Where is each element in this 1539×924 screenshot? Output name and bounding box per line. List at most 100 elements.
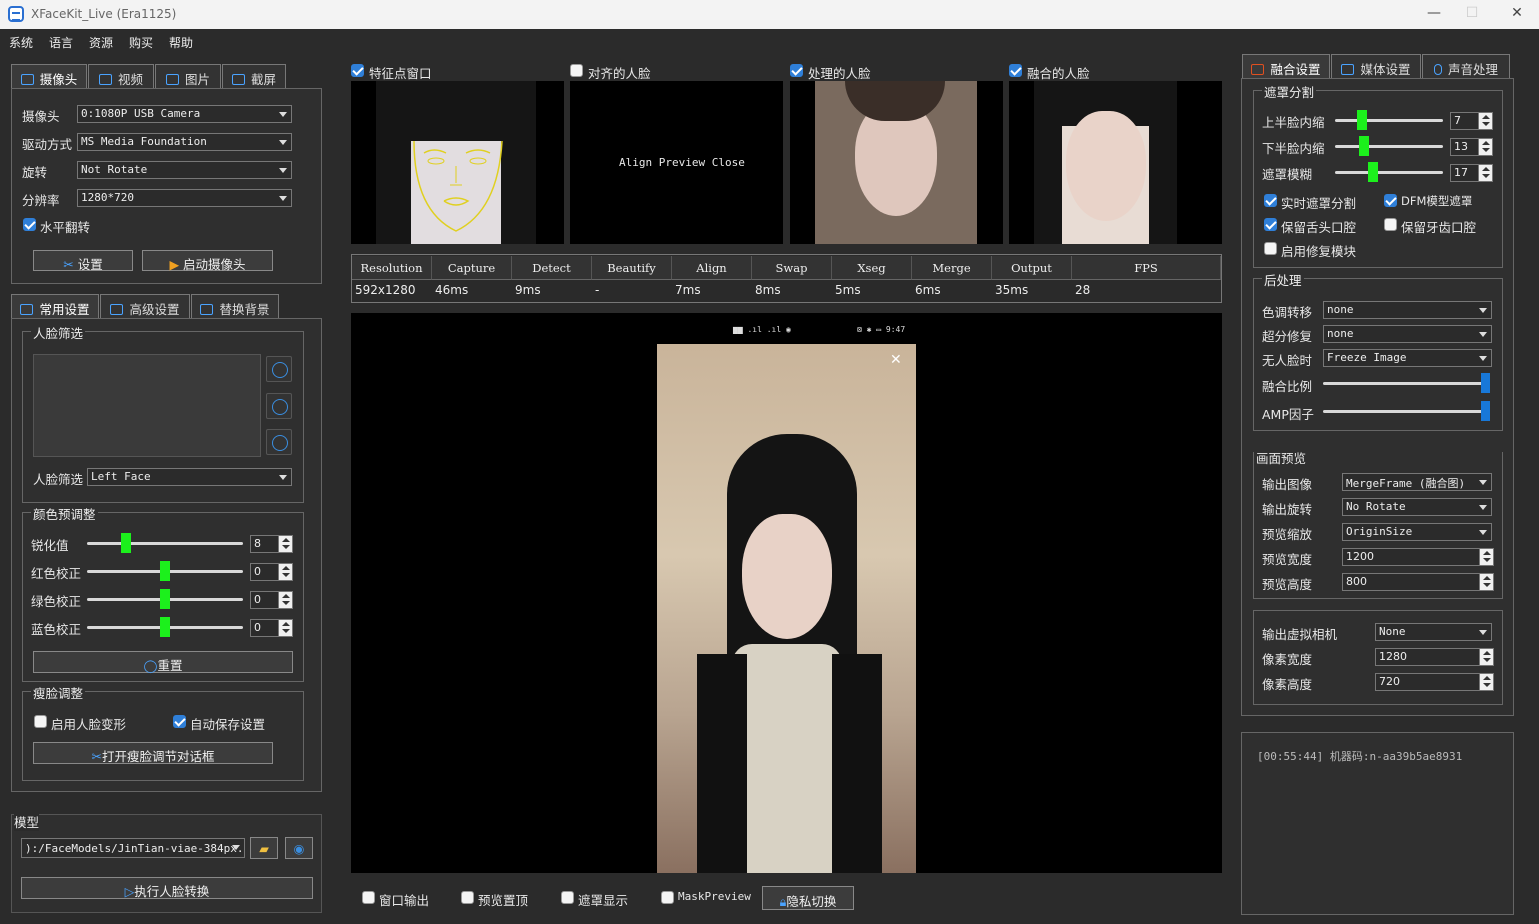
pixel-height-spinner[interactable]: 720 [1375,673,1494,691]
minimize-button[interactable]: — [1424,5,1444,21]
preview-landmark-checkbox[interactable] [351,64,364,77]
enable-face-warp-checkbox[interactable] [34,715,47,728]
blend-slider-track[interactable] [1323,382,1490,385]
rotate-select[interactable]: Not Rotate [77,161,292,179]
mask-icon [1251,64,1265,75]
mask-slider-handle[interactable] [1368,162,1378,182]
menu-language[interactable]: 语言 [49,34,73,51]
mask-value-spinner[interactable]: 13 [1450,138,1493,156]
preview-merged-checkbox[interactable] [1009,64,1022,77]
model-path-field[interactable]: ):/FaceModels/JinTian-viae-384px.fsm [21,838,245,858]
eye-icon[interactable]: ◉ [285,837,313,859]
preview-height-spinner[interactable]: 800 [1342,573,1494,591]
mask-option-checkbox[interactable] [1384,218,1397,231]
mask-value-spinner[interactable]: 17 [1450,164,1493,182]
bottom-option-checkbox[interactable] [661,891,674,904]
menu-help[interactable]: 帮助 [169,34,193,51]
pixel-width-spinner[interactable]: 1280 [1375,648,1494,666]
amp-slider-handle[interactable] [1481,401,1490,421]
menu-purchase[interactable]: 购买 [129,34,153,51]
bottom-option-checkbox[interactable] [461,891,474,904]
color-value: 0 [254,565,261,578]
tab-merge-settings[interactable]: 融合设置 [1242,54,1330,78]
color-value-spinner[interactable]: 0 [250,619,293,637]
out-rotate-select[interactable]: No Rotate [1342,498,1492,516]
tab-media-settings[interactable]: 媒体设置 [1331,54,1421,78]
pixel-width-value: 1280 [1379,650,1407,663]
reset-button[interactable]: ◯重置 [33,651,293,673]
out-image-select[interactable]: MergeFrame (融合图) [1342,473,1492,491]
start-camera-button[interactable]: ▶ 启动摄像头 [142,250,273,272]
mask-slider-track[interactable] [1335,171,1443,174]
mask-option-checkbox[interactable] [1264,242,1277,255]
tab-common-settings[interactable]: 常用设置 [11,294,99,318]
color-slider-track[interactable] [87,542,243,545]
mask-value-spinner[interactable]: 7 [1450,112,1493,130]
bottom-option-checkbox[interactable] [362,891,375,904]
color-slider-handle[interactable] [121,533,131,553]
wrench-icon: ✂ [63,257,78,272]
open-slim-dialog-button[interactable]: ✂打开瘦脸调节对话框 [33,742,273,764]
tab-video[interactable]: 视频 [88,64,154,88]
blend-slider-handle[interactable] [1481,373,1490,393]
mask-slider-handle[interactable] [1357,110,1367,130]
mask-slider-handle[interactable] [1359,136,1369,156]
log-panel: [00:55:44] 机器码:n-aa39b5ae8931 [1241,732,1514,915]
folder-icon[interactable]: ▰ [250,837,278,859]
face-filter-select[interactable]: Left Face [87,468,292,486]
stats-header: Merge [912,256,992,280]
color-value-spinner[interactable]: 8 [250,535,293,553]
landmark-overlay [413,140,503,232]
tab-audio-processing[interactable]: 声音处理 [1422,54,1510,78]
color-slider-handle[interactable] [160,561,170,581]
amp-slider-track[interactable] [1323,410,1490,413]
add-face-button[interactable] [266,356,292,382]
menu-system[interactable]: 系统 [9,34,33,51]
preview-processed-checkbox[interactable] [790,64,803,77]
color-value-spinner[interactable]: 0 [250,591,293,609]
color-value-spinner[interactable]: 0 [250,563,293,581]
camera-select[interactable]: 0:1080P USB Camera [77,105,292,123]
run-face-swap-button[interactable]: ▷执行人脸转换 [21,877,313,899]
close-button[interactable]: ✕ [1507,5,1527,21]
mask-option-checkbox[interactable] [1264,218,1277,231]
privacy-toggle-button[interactable]: 🔒︎隐私切换 [762,886,854,910]
processed-preview [790,81,1003,244]
color-slider-handle[interactable] [160,589,170,609]
out-rotate-label: 输出旋转 [1262,502,1313,517]
tab-camera-label: 摄像头 [39,72,78,87]
flip-checkbox[interactable] [23,218,36,231]
preview-aligned-checkbox[interactable] [570,64,583,77]
maximize-button[interactable]: ☐ [1462,5,1482,21]
preview-width-spinner[interactable]: 1200 [1342,548,1494,566]
color-slider-handle[interactable] [160,617,170,637]
tab-image[interactable]: 图片 [155,64,221,88]
zoom-select[interactable]: OriginSize [1342,523,1492,541]
tab-advanced-settings[interactable]: 高级设置 [100,294,190,318]
mask-option-checkbox[interactable] [1264,194,1277,207]
color-value: 0 [254,621,261,634]
tone-select[interactable]: none [1323,301,1492,319]
mask-option-checkbox[interactable] [1384,194,1397,207]
driver-select[interactable]: MS Media Foundation [77,133,292,151]
stats-value: 5ms [835,283,861,297]
autosave-checkbox[interactable] [173,715,186,728]
face-list[interactable] [33,354,261,457]
menu-resources[interactable]: 资源 [89,34,113,51]
settings-button[interactable]: ✂ 设置 [33,250,133,272]
tab-camera[interactable]: 摄像头 [11,64,87,88]
close-icon[interactable]: ✕ [890,352,902,368]
tab-replace-bg[interactable]: 替换背景 [191,294,279,318]
mask-slider-track[interactable] [1335,119,1443,122]
bottom-option-checkbox[interactable] [561,891,574,904]
pixel-width-label: 像素宽度 [1262,652,1313,667]
mask-slider-track[interactable] [1335,145,1443,148]
refresh-face-button[interactable] [266,429,292,455]
sr-select[interactable]: none [1323,325,1492,343]
noface-select[interactable]: Freeze Image [1323,349,1492,367]
phone-status-left: ▆▆ .ıl .ıl ◉ [733,325,791,334]
remove-face-button[interactable] [266,393,292,419]
vcam-select[interactable]: None [1375,623,1492,641]
tab-screenshot[interactable]: 截屏 [222,64,286,88]
resolution-select[interactable]: 1280*720 [77,189,292,207]
